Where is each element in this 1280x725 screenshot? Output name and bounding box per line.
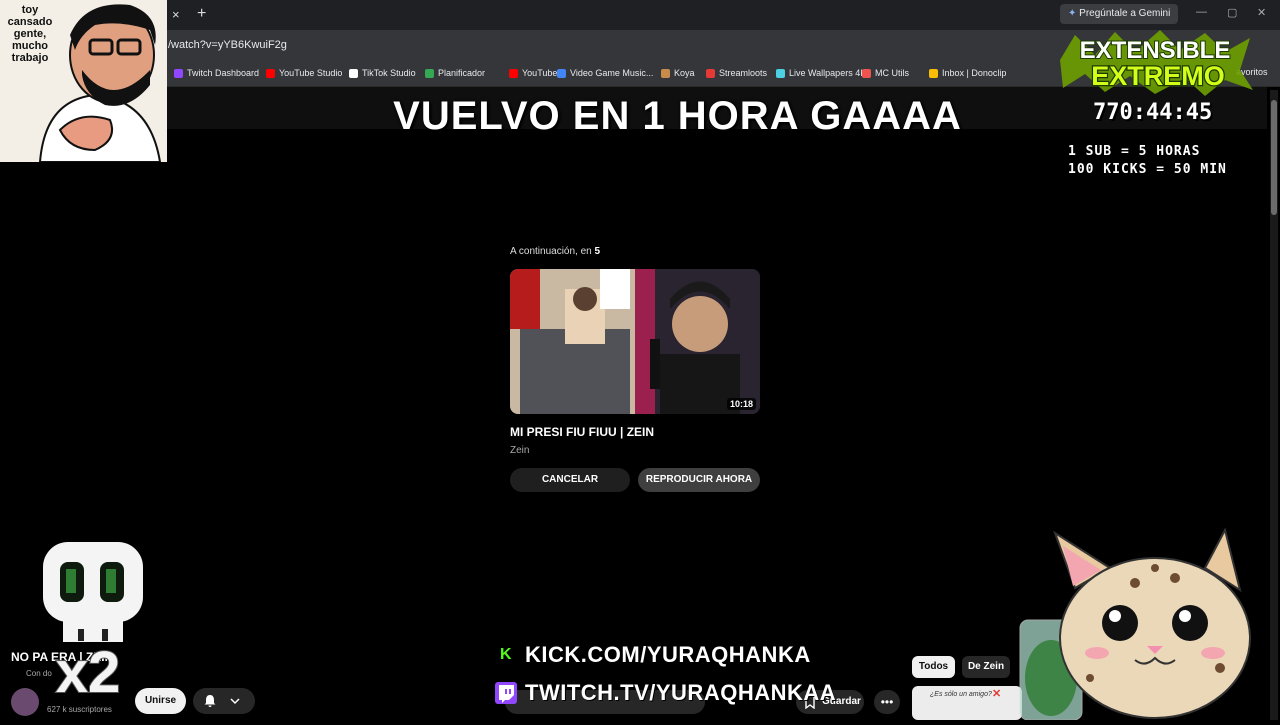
bookmark-favicon-icon bbox=[929, 68, 938, 78]
bookmark-label: Koya bbox=[674, 68, 695, 78]
bookmark-favicon-icon bbox=[349, 68, 358, 78]
cat-mascot-overlay bbox=[1015, 527, 1280, 721]
bookmark-label: YouTube Studio bbox=[279, 68, 343, 78]
bookmark-item[interactable]: Live Wallpapers 4K bbox=[776, 66, 866, 80]
bookmark-item[interactable]: Koya bbox=[661, 66, 695, 80]
chevron-down-icon bbox=[230, 698, 240, 705]
twitch-url: TWITCH.TV/YURAQHANKAA bbox=[525, 680, 837, 705]
gemini-button[interactable]: ✦ Pregúntale a Gemini bbox=[1060, 4, 1179, 24]
thumbnail-image bbox=[510, 269, 760, 414]
related-caption: ¿Es sólo un amigo? bbox=[930, 691, 992, 698]
minimize-button[interactable]: — bbox=[1196, 6, 1207, 18]
twitch-logo-icon bbox=[495, 682, 517, 704]
channel-avatar[interactable] bbox=[11, 688, 39, 716]
bookmark-item[interactable]: TikTok Studio bbox=[349, 66, 416, 80]
cat-mascot-image bbox=[1019, 527, 1251, 721]
bookmark-item[interactable]: Planificador bbox=[425, 66, 485, 80]
bookmark-label: Live Wallpapers 4K bbox=[789, 68, 867, 78]
up-next-prefix: A continuación, en bbox=[510, 246, 595, 257]
bookmark-item[interactable]: Twitch Dashboard bbox=[174, 66, 259, 80]
bookmark-item[interactable]: MC Utils bbox=[862, 66, 909, 80]
more-actions-button[interactable]: ••• bbox=[874, 690, 900, 714]
bookmark-label: Streamloots bbox=[719, 68, 768, 78]
close-icon: ✕ bbox=[992, 688, 1002, 700]
extensible-text: EXTENSIBLE bbox=[1080, 37, 1231, 64]
up-next-label: A continuación, en 5 bbox=[510, 246, 600, 257]
extensible-extremo-logo: EXTENSIBLE EXTREMO bbox=[1055, 30, 1255, 96]
tab-close-icon[interactable]: × bbox=[172, 7, 180, 22]
url-field[interactable]: /watch?v=yYB6KwuiF2g bbox=[168, 39, 287, 51]
bell-icon bbox=[204, 695, 216, 707]
rule-sub: 1 SUB = 5 HORAS bbox=[1068, 144, 1201, 159]
bookmark-label: YouTube bbox=[522, 68, 558, 78]
close-window-button[interactable]: ✕ bbox=[1257, 6, 1266, 19]
bookmark-favicon-icon bbox=[776, 68, 785, 78]
chip-from-zein[interactable]: De Zein bbox=[962, 656, 1010, 678]
bookmark-item[interactable]: Streamloots bbox=[706, 66, 767, 80]
gemini-icon: ✦ bbox=[1068, 8, 1080, 19]
up-next-thumbnail[interactable] bbox=[510, 269, 760, 414]
twitch-link-overlay: TWITCH.TV/YURAQHANKAA bbox=[495, 680, 836, 706]
bookmark-favicon-icon bbox=[266, 68, 275, 78]
kick-link-overlay: K KICK.COM/YURAQHANKA bbox=[495, 642, 811, 668]
bookmark-item[interactable]: Inbox | Donoclip bbox=[929, 66, 1006, 80]
up-next-channel[interactable]: Zein bbox=[510, 445, 529, 456]
bookmark-favicon-icon bbox=[557, 68, 566, 78]
bookmark-label: MC Utils bbox=[875, 68, 909, 78]
bookmark-favicon-icon bbox=[661, 68, 670, 78]
new-tab-button[interactable]: + bbox=[197, 5, 206, 23]
bookmark-item[interactable]: Video Game Music... bbox=[557, 66, 653, 80]
skull-multiplier-overlay: x2 bbox=[38, 537, 148, 706]
rule-kicks: 100 KICKS = 50 MIN bbox=[1068, 162, 1227, 177]
up-next-title[interactable]: MI PRESI FIU FIUU | ZEIN bbox=[510, 425, 654, 439]
bookmark-label: Inbox | Donoclip bbox=[942, 68, 1007, 78]
bookmark-favicon-icon bbox=[862, 68, 871, 78]
bookmark-label: TikTok Studio bbox=[362, 68, 416, 78]
play-now-button[interactable]: REPRODUCIR AHORA bbox=[638, 468, 760, 492]
subathon-timer: 770:44:45 bbox=[1093, 100, 1213, 125]
bookmark-favicon-icon bbox=[425, 68, 434, 78]
subathon-rules: 1 SUB = 5 HORAS 100 KICKS = 50 MIN bbox=[1068, 143, 1227, 179]
duration-badge: 10:18 bbox=[727, 398, 757, 410]
avatar-caption: toy cansado gente, mucho trabajo bbox=[7, 4, 53, 64]
bookmark-label: Planificador bbox=[438, 68, 486, 78]
extremo-text: EXTREMO bbox=[1091, 61, 1225, 91]
pixel-skull-icon: x2 bbox=[43, 542, 143, 706]
subscriber-count: 627 k suscriptores bbox=[47, 705, 112, 714]
brb-banner: VUELVO EN 1 HORA GAAAA bbox=[393, 94, 962, 138]
related-video-thumbnail[interactable]: ¿Es sólo un amigo? ✕ bbox=[912, 686, 1022, 720]
bookmark-favicon-icon bbox=[509, 68, 518, 78]
bookmark-label: Twitch Dashboard bbox=[187, 68, 260, 78]
up-next-countdown: 5 bbox=[594, 246, 601, 257]
kick-logo-icon: K bbox=[495, 644, 517, 666]
extensible-logo-graphic: EXTENSIBLE EXTREMO bbox=[1060, 30, 1253, 96]
maximize-button[interactable]: ▢ bbox=[1227, 6, 1237, 19]
chip-all[interactable]: Todos bbox=[912, 656, 955, 678]
kick-url: KICK.COM/YURAQHANKA bbox=[525, 642, 811, 667]
bookmark-item[interactable]: YouTube Studio bbox=[266, 66, 342, 80]
bookmark-favicon-icon bbox=[706, 68, 715, 78]
bookmark-favicon-icon bbox=[174, 68, 183, 78]
gemini-label: Pregúntale a Gemini bbox=[1079, 8, 1171, 19]
bookmark-label: Video Game Music... bbox=[570, 68, 654, 78]
cancel-button[interactable]: CANCELAR bbox=[510, 468, 630, 492]
multiplier-text: x2 bbox=[56, 640, 121, 697]
notifications-button[interactable] bbox=[193, 688, 255, 714]
bookmark-item[interactable]: YouTube bbox=[509, 66, 557, 80]
